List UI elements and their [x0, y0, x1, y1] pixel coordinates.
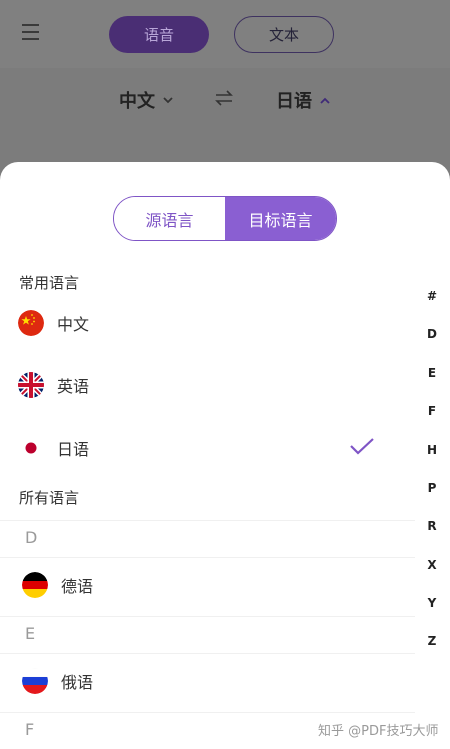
language-row-english[interactable]: 英语: [0, 360, 415, 410]
text-mode-button[interactable]: 文本: [234, 16, 334, 53]
index-letter[interactable]: E: [425, 366, 439, 380]
language-row-german[interactable]: 德语: [0, 560, 415, 610]
germany-flag-icon: [22, 572, 48, 598]
language-row-russian[interactable]: 俄语: [0, 656, 415, 706]
all-languages-heading: 所有语言: [19, 489, 80, 507]
top-bar: 语音 文本: [0, 0, 450, 68]
chevron-down-icon: [163, 93, 173, 107]
language-label: 俄语: [61, 673, 94, 692]
index-letter[interactable]: R: [425, 519, 439, 533]
index-letter[interactable]: Y: [425, 596, 439, 610]
index-letter[interactable]: #: [425, 289, 439, 303]
group-letter-d: D: [25, 528, 38, 547]
language-label: 日语: [57, 440, 90, 459]
china-flag-icon: [18, 310, 44, 336]
russia-flag-icon: [22, 668, 48, 694]
language-label: 德语: [61, 577, 94, 596]
group-letter-e: E: [25, 624, 36, 643]
hamburger-icon[interactable]: [22, 24, 42, 44]
index-letter[interactable]: Z: [425, 634, 439, 648]
uk-flag-icon: [18, 372, 44, 398]
index-letter[interactable]: H: [425, 443, 439, 457]
index-letter[interactable]: X: [425, 558, 439, 572]
language-label: 中文: [57, 315, 90, 334]
target-language-label: 日语: [276, 91, 312, 112]
common-languages-heading: 常用语言: [19, 274, 80, 292]
checkmark-icon: [349, 437, 375, 459]
index-letter[interactable]: F: [425, 404, 439, 418]
language-type-toggle: 源语言 目标语言: [113, 196, 337, 241]
divider: [0, 557, 415, 558]
divider: [0, 520, 415, 521]
watermark: 知乎 @PDF技巧大师: [318, 724, 439, 739]
group-letter-f: F: [25, 720, 35, 739]
language-picker-sheet: 源语言 目标语言 常用语言 中文 英语 日语 所有语言 D 德语 E 俄语 F …: [0, 162, 450, 749]
index-letter[interactable]: P: [425, 481, 439, 495]
divider: [0, 653, 415, 654]
language-label: 英语: [57, 377, 90, 396]
index-letter[interactable]: D: [425, 327, 439, 341]
language-row-chinese[interactable]: 中文: [0, 298, 415, 348]
language-bar: 中文 日语: [0, 80, 450, 116]
chevron-up-icon: [320, 93, 330, 107]
tab-source-language[interactable]: 源语言: [114, 197, 225, 240]
swap-icon[interactable]: [214, 87, 234, 111]
divider: [0, 712, 415, 713]
divider: [0, 616, 415, 617]
source-language-selector[interactable]: 中文: [119, 87, 173, 113]
tab-target-language[interactable]: 目标语言: [225, 197, 336, 240]
language-row-japanese[interactable]: 日语: [0, 423, 415, 473]
voice-mode-button[interactable]: 语音: [109, 16, 209, 53]
target-language-selector[interactable]: 日语: [276, 87, 330, 113]
japan-flag-icon: [18, 435, 44, 461]
source-language-label: 中文: [119, 91, 155, 112]
